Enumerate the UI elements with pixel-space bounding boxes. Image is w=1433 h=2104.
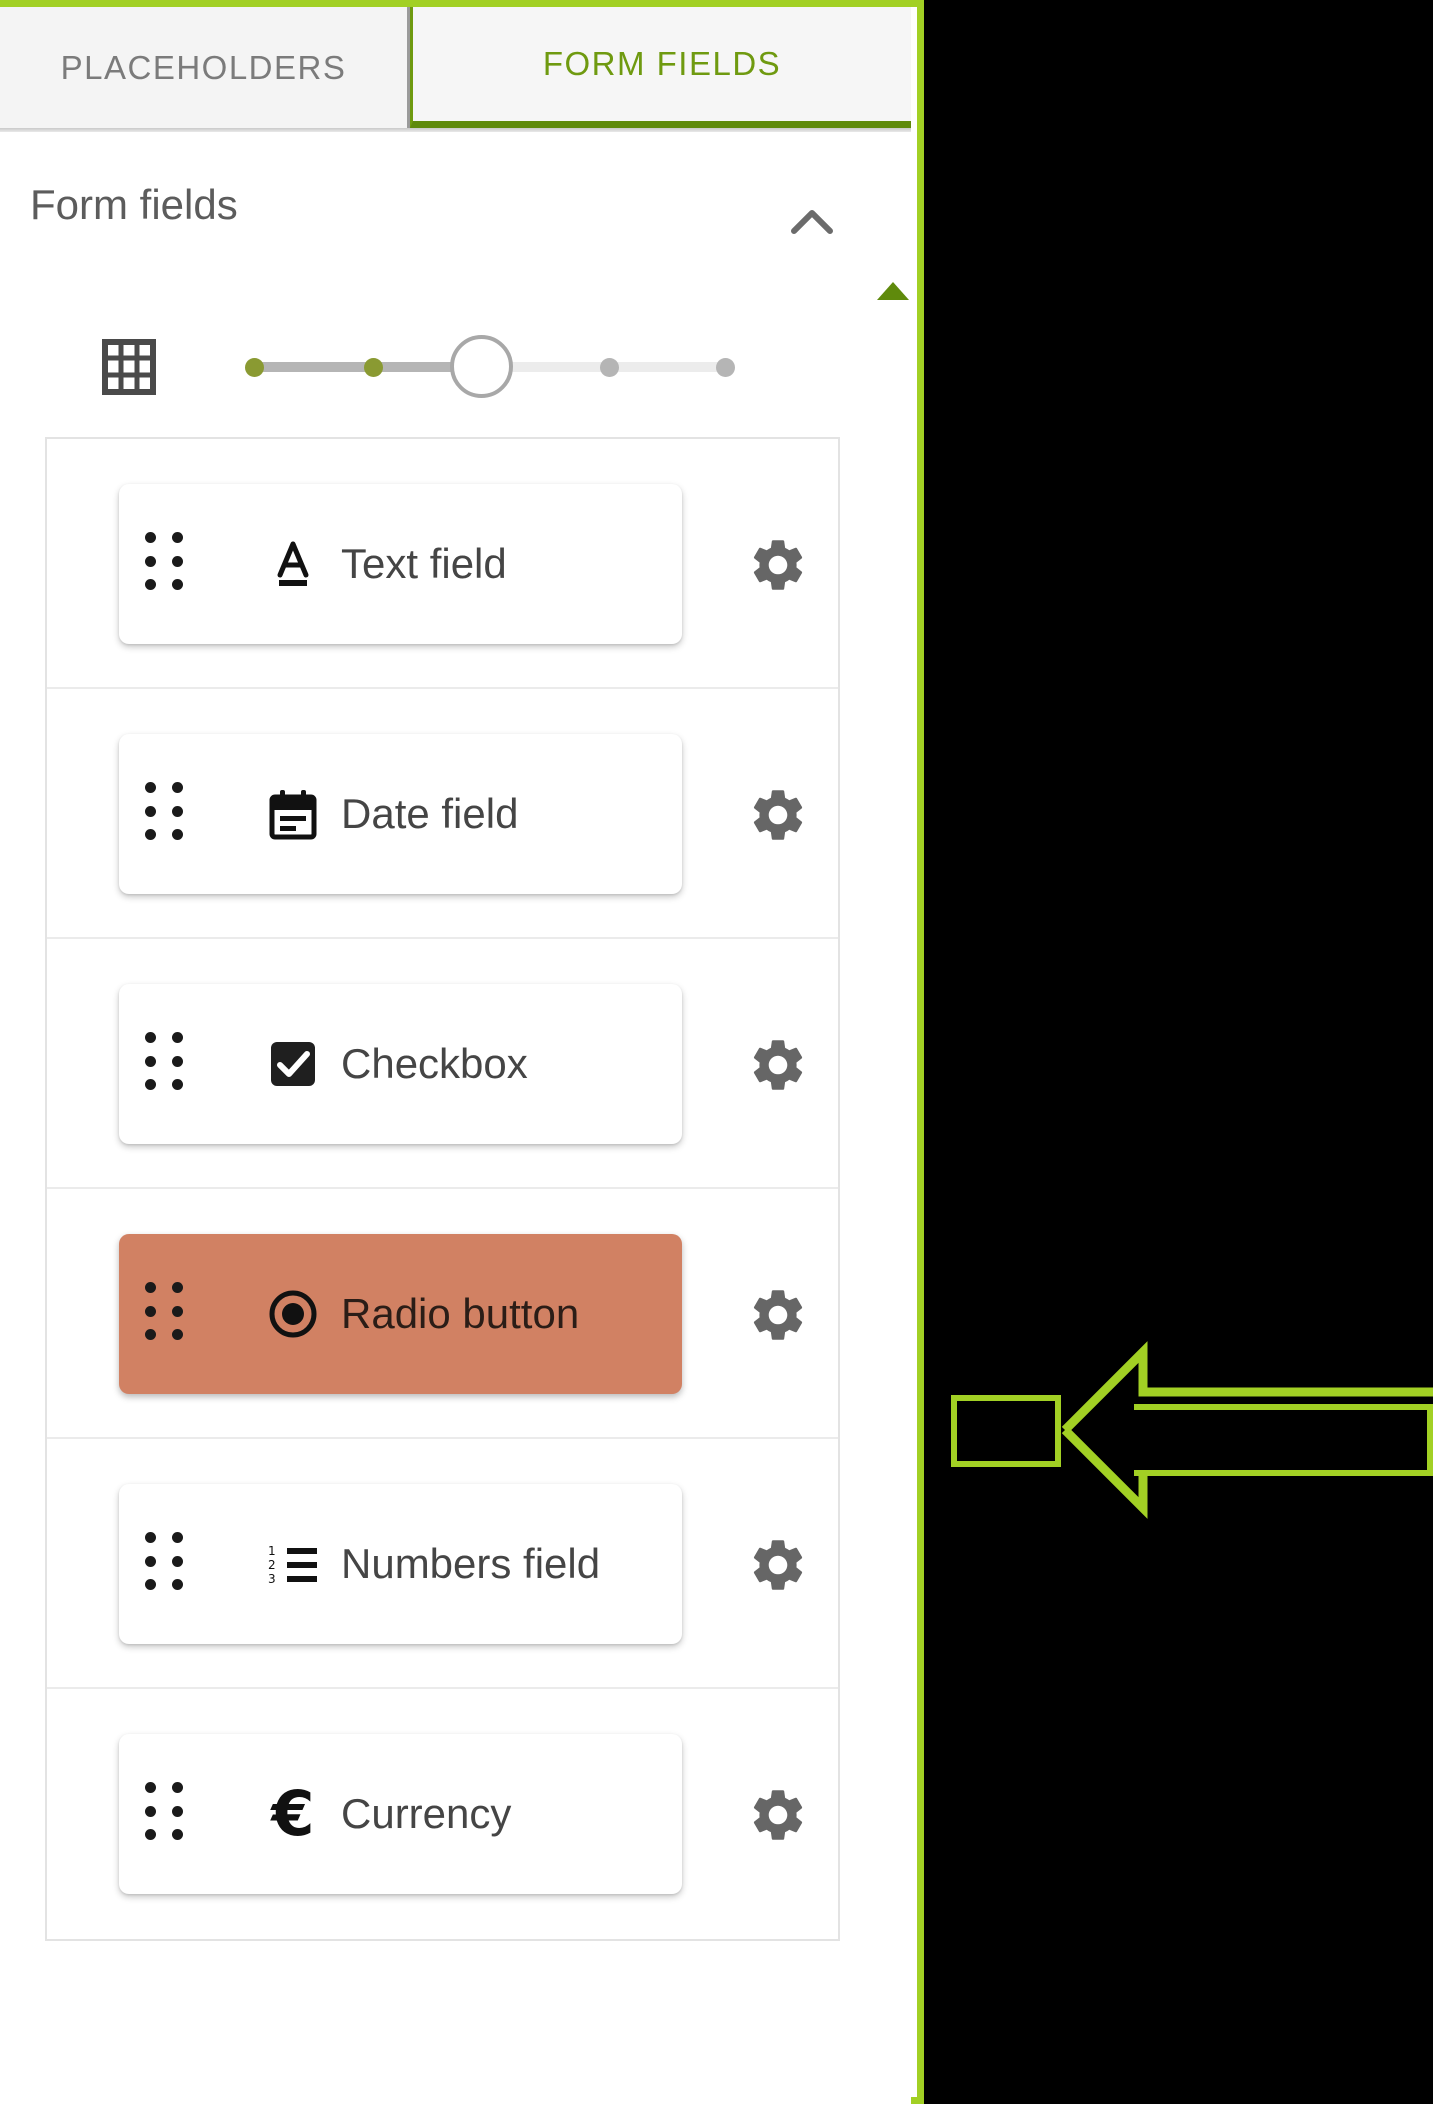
page-title: Form fields — [30, 181, 238, 228]
form-fields-list: Text field Date field Checkbox Radio but… — [45, 437, 840, 1941]
list-item-label: Currency — [341, 1790, 512, 1837]
list-item[interactable]: 1 2 3 Numbers field — [47, 1439, 838, 1689]
green-triangle-marker — [877, 282, 909, 300]
numbered-list-icon: 1 2 3 — [261, 1532, 325, 1596]
radio-button-selected-icon — [261, 1282, 325, 1346]
drag-handle-icon[interactable] — [145, 782, 189, 846]
slider-tick-4[interactable] — [600, 358, 619, 377]
slider-tick-1[interactable] — [245, 358, 264, 377]
svg-text:2: 2 — [268, 1558, 276, 1572]
list-item[interactable]: Radio button — [47, 1189, 838, 1439]
drag-handle-icon[interactable] — [145, 1032, 189, 1096]
gear-icon[interactable] — [747, 1534, 809, 1596]
gear-icon[interactable] — [747, 784, 809, 846]
field-card-radio-button[interactable]: Radio button — [119, 1234, 682, 1394]
slider-handle[interactable] — [450, 335, 513, 398]
list-item-label: Date field — [341, 790, 519, 837]
svg-text:3: 3 — [268, 1572, 276, 1586]
grid-table-icon[interactable] — [102, 339, 156, 395]
screenshot-root: PLACEHOLDERS FORM FIELDS Form fields Tex… — [0, 0, 1433, 2104]
size-scale-row — [0, 307, 911, 427]
list-item[interactable]: Checkbox — [47, 939, 838, 1189]
list-item[interactable]: € Currency — [47, 1689, 838, 1939]
list-item-label: Checkbox — [341, 1040, 528, 1087]
field-card-currency[interactable]: € Currency — [119, 1734, 682, 1894]
calendar-icon — [261, 782, 325, 846]
slider-tick-2[interactable] — [364, 358, 383, 377]
text-format-icon — [261, 532, 325, 596]
tab-placeholders[interactable]: PLACEHOLDERS — [0, 7, 410, 128]
field-card-numbers-field[interactable]: 1 2 3 Numbers field — [119, 1484, 682, 1644]
drag-handle-icon[interactable] — [145, 532, 189, 596]
tab-form-fields[interactable]: FORM FIELDS — [410, 7, 911, 128]
list-item[interactable]: Text field — [47, 439, 838, 689]
form-fields-panel: PLACEHOLDERS FORM FIELDS Form fields Tex… — [0, 0, 924, 2104]
drag-handle-icon[interactable] — [145, 1532, 189, 1596]
list-item-label: Text field — [341, 540, 507, 587]
drag-handle-icon[interactable] — [145, 1782, 189, 1846]
field-card-date-field[interactable]: Date field — [119, 734, 682, 894]
drag-handle-icon[interactable] — [145, 1282, 189, 1346]
section-header: Form fields — [30, 177, 880, 267]
svg-text:1: 1 — [268, 1544, 276, 1558]
gear-icon[interactable] — [747, 534, 809, 596]
gear-icon[interactable] — [747, 1784, 809, 1846]
chevron-up-icon[interactable] — [784, 195, 840, 251]
gear-icon[interactable] — [747, 1034, 809, 1096]
field-card-text-field[interactable]: Text field — [119, 484, 682, 644]
blacked-out-region — [924, 0, 1433, 2104]
panel-tabstrip: PLACEHOLDERS FORM FIELDS — [0, 7, 911, 132]
list-item-label: Radio button — [341, 1290, 580, 1337]
panel-body: Form fields Text field Date field Checkb… — [0, 132, 911, 2104]
size-scale-slider[interactable] — [245, 335, 735, 398]
field-card-checkbox[interactable]: Checkbox — [119, 984, 682, 1144]
euro-currency-icon: € — [271, 1777, 315, 1850]
list-item[interactable]: Date field — [47, 689, 838, 939]
gear-icon[interactable] — [747, 1284, 809, 1346]
slider-tick-5[interactable] — [716, 358, 735, 377]
list-item-label: Numbers field — [341, 1540, 601, 1587]
checkbox-checked-icon — [261, 1032, 325, 1096]
